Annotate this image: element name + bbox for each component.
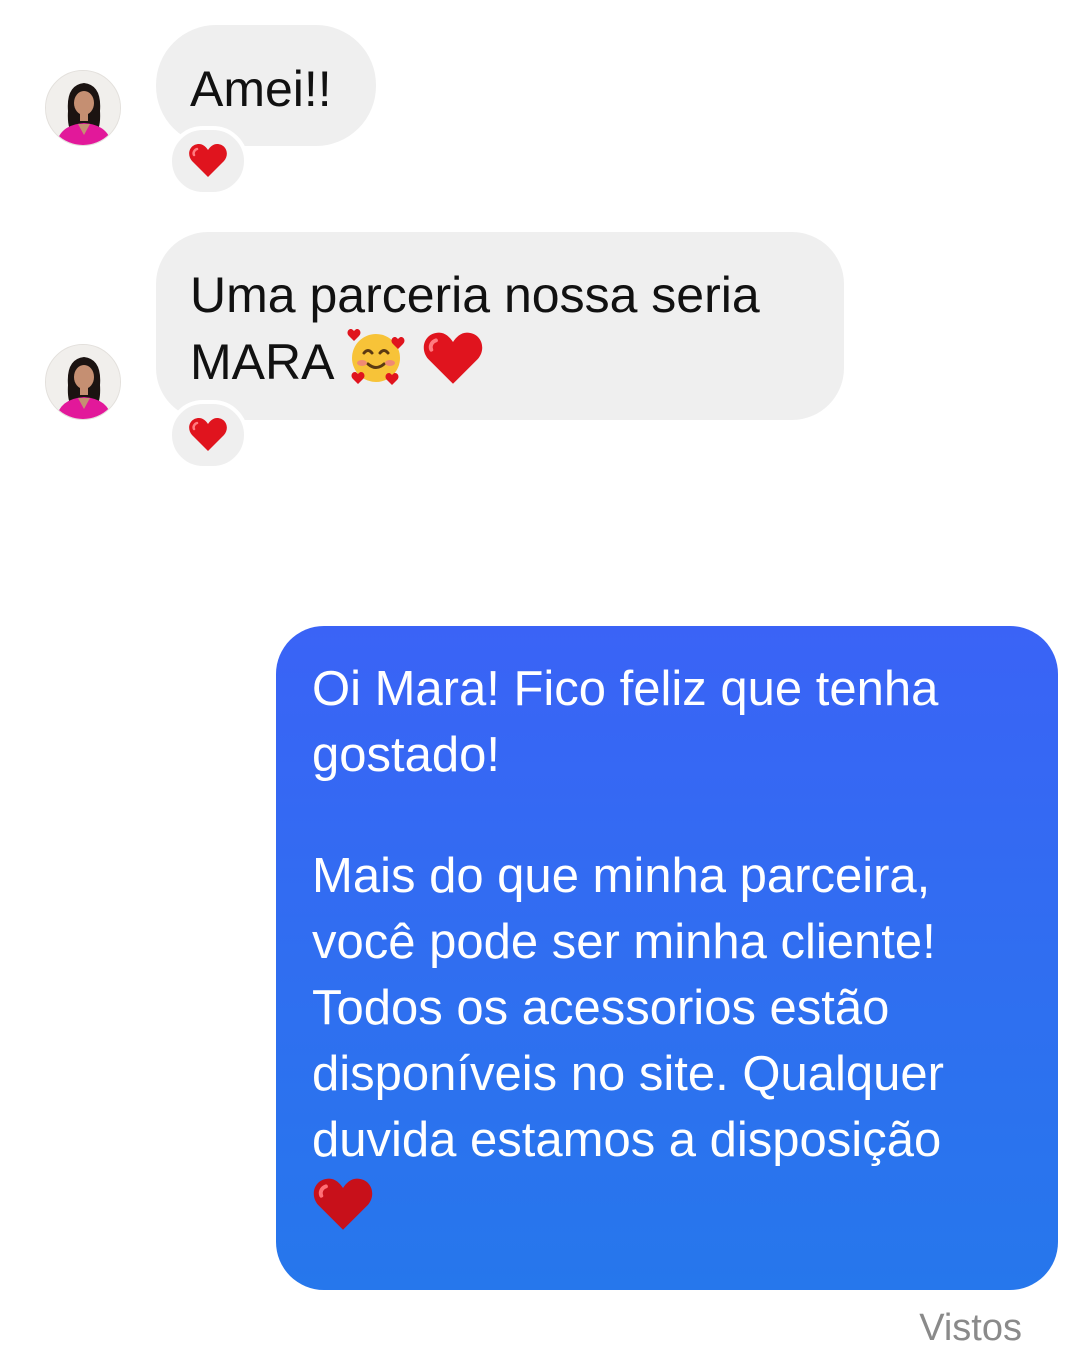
heart-icon: [189, 418, 227, 451]
contact-avatar[interactable]: [45, 344, 121, 420]
incoming-message-bubble[interactable]: Uma parceria nossa seria MARA: [156, 232, 844, 420]
message-text: duvida estamos a disposição: [312, 1113, 942, 1167]
message-text: Oi Mara! Fico feliz que tenha: [312, 662, 939, 716]
message-emoji-line: [312, 1173, 1022, 1250]
heart-icon: [422, 331, 484, 402]
contact-avatar[interactable]: [45, 70, 121, 146]
heart-icon: [189, 144, 227, 177]
message-text: gostado!: [312, 728, 500, 782]
smiling-face-with-hearts-icon: [346, 327, 408, 402]
message-text: Mais do que minha parceira,: [312, 849, 931, 903]
seen-status: Vistos: [919, 1307, 1022, 1349]
message-text: Todos os acessorios estão: [312, 981, 890, 1035]
message-reaction[interactable]: [168, 400, 248, 470]
message-thread: Amei!! Uma parceria nossa seria MARA Oi …: [0, 0, 1080, 1358]
message-reaction[interactable]: [168, 126, 248, 196]
message-text: Uma parceria nossa seria: [190, 267, 760, 323]
outgoing-message-bubble[interactable]: Oi Mara! Fico feliz que tenha gostado! M…: [276, 626, 1058, 1290]
message-text: MARA: [190, 334, 332, 390]
message-text-line: MARA: [190, 327, 814, 402]
message-text: Amei!!: [190, 61, 332, 117]
message-text: disponíveis no site. Qualquer: [312, 1047, 944, 1101]
message-text: você pode ser minha cliente!: [312, 915, 936, 969]
heart-icon: [313, 1178, 373, 1230]
